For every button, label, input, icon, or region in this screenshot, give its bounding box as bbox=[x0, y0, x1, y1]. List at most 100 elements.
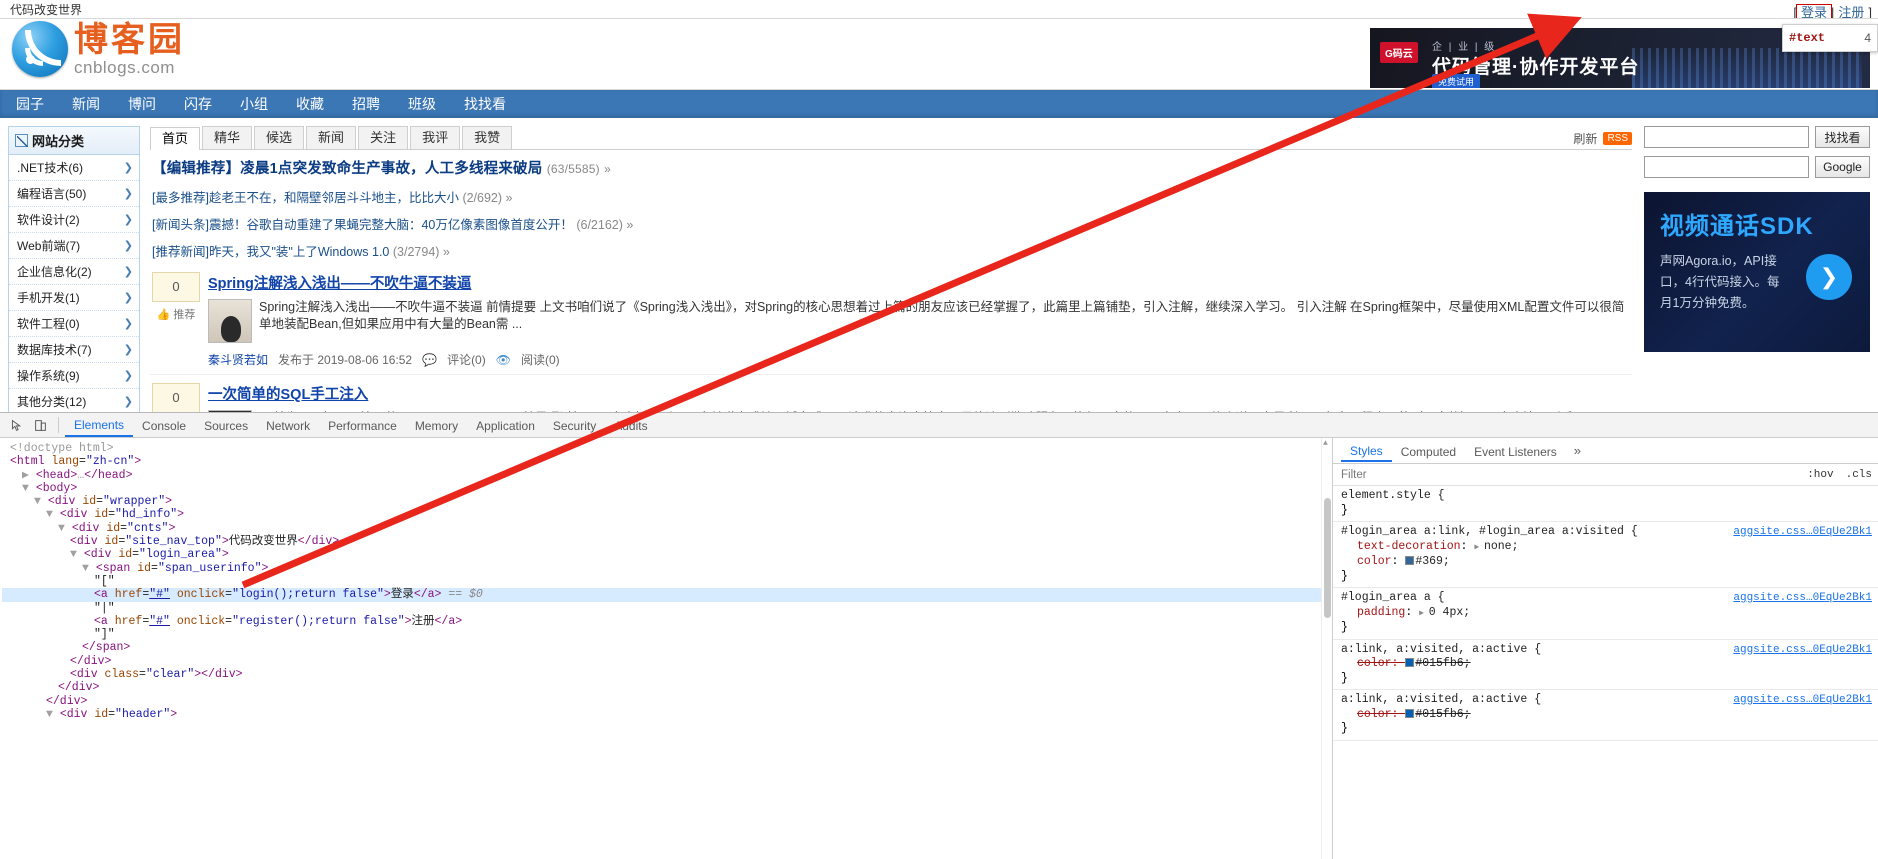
tab-0[interactable]: 首页 bbox=[150, 127, 201, 150]
rss-icon[interactable]: RSS bbox=[1603, 132, 1632, 145]
devtools-tab-4[interactable]: Performance bbox=[319, 415, 406, 436]
css-rule-1[interactable]: aggsite.css…0EqUe2Bk1 #login_area a:link,… bbox=[1333, 522, 1878, 588]
editor-pick-headline[interactable]: 【编辑推荐】凌晨1点突发致命生产事故，人工多线程来破局 (63/5585) » bbox=[150, 150, 1632, 183]
dom-line-5[interactable]: ▼ <div id="hd_info"> bbox=[2, 508, 1332, 521]
devtools-tab-6[interactable]: Application bbox=[467, 415, 544, 436]
sidebar-item-3[interactable]: Web前端(7) ❯ bbox=[9, 233, 139, 259]
sidebar-item-2[interactable]: 软件设计(2) ❯ bbox=[9, 207, 139, 233]
tab-5[interactable]: 我评 bbox=[410, 126, 461, 149]
post-title-link[interactable]: 一次简单的SQL手工注入 bbox=[208, 383, 368, 404]
digg-block[interactable]: 0👍 推荐 bbox=[152, 272, 200, 368]
dom-line-8[interactable]: ▼ <div id="login_area"> bbox=[2, 548, 1332, 561]
digg-block[interactable]: 0👍 推荐 bbox=[152, 383, 200, 412]
nav-item-6[interactable]: 招聘 bbox=[352, 96, 380, 112]
css-rule-source[interactable]: aggsite.css…0EqUe2Bk1 bbox=[1733, 525, 1878, 540]
dom-line-14[interactable]: "]" bbox=[2, 628, 1332, 641]
nav-item-1[interactable]: 新闻 bbox=[72, 96, 100, 112]
nav-item-0[interactable]: 园子 bbox=[16, 96, 44, 112]
css-rule-0[interactable]: element.style {} bbox=[1333, 486, 1878, 522]
sidebar-item-1[interactable]: 编程语言(50) ❯ bbox=[9, 181, 139, 207]
news-line-1[interactable]: [新闻头条]震撼！谷歌自动重建了果蝇完整大脑：40万亿像素图像首度公开！ (6/… bbox=[150, 210, 1632, 237]
dom-line-2[interactable]: ▶ <head>…</head> bbox=[2, 469, 1332, 482]
dom-line-4[interactable]: ▼ <div id="wrapper"> bbox=[2, 495, 1332, 508]
sidebar-item-4[interactable]: 企业信息化(2) ❯ bbox=[9, 259, 139, 285]
post-reads[interactable]: 阅读(0) bbox=[521, 351, 560, 368]
scrollbar-thumb[interactable] bbox=[1324, 498, 1331, 618]
sidebar-item-7[interactable]: 数据库技术(7) ❯ bbox=[9, 337, 139, 363]
news-line-0[interactable]: [最多推荐]趁老王不在，和隔壁邻居斗斗地主，比比大小 (2/692) » bbox=[150, 183, 1632, 210]
site-logo[interactable]: 博客园 cnblogs.com bbox=[12, 21, 185, 77]
google-button[interactable]: Google bbox=[1815, 156, 1870, 178]
more-tabs-icon[interactable]: » bbox=[1566, 443, 1589, 458]
css-declaration[interactable]: color: #369; bbox=[1341, 555, 1878, 570]
dom-line-10[interactable]: "[" bbox=[2, 575, 1332, 588]
dom-line-0[interactable]: <!doctype html> bbox=[2, 442, 1332, 455]
css-declaration[interactable]: color: #015fb6; bbox=[1341, 657, 1878, 672]
tab-3[interactable]: 新闻 bbox=[306, 126, 357, 149]
dom-line-17[interactable]: <div class="clear"></div> bbox=[2, 668, 1332, 681]
tab-4[interactable]: 关注 bbox=[358, 126, 409, 149]
inspect-element-icon[interactable] bbox=[4, 414, 28, 436]
hover-state-toggle[interactable]: :hov bbox=[1801, 469, 1839, 481]
dom-line-12[interactable]: "|" bbox=[2, 602, 1332, 615]
tab-6[interactable]: 我赞 bbox=[462, 126, 513, 149]
dom-line-3[interactable]: ▼ <body> bbox=[2, 482, 1332, 495]
dom-line-9[interactable]: ▼ <span id="span_userinfo"> bbox=[2, 562, 1332, 575]
nav-item-7[interactable]: 班级 bbox=[408, 96, 436, 112]
sidebar-item-0[interactable]: .NET技术(6) ❯ bbox=[9, 155, 139, 181]
nav-item-3[interactable]: 闪存 bbox=[184, 96, 212, 112]
refresh-link[interactable]: 刷新 bbox=[1573, 130, 1597, 147]
sidebar-item-5[interactable]: 手机开发(1) ❯ bbox=[9, 285, 139, 311]
device-toolbar-icon[interactable] bbox=[28, 414, 52, 436]
css-rule-source[interactable]: aggsite.css…0EqUe2Bk1 bbox=[1733, 591, 1878, 606]
styles-tab-0[interactable]: Styles bbox=[1341, 440, 1392, 462]
chevron-right-icon[interactable]: ❯ bbox=[1806, 254, 1852, 300]
dom-line-11[interactable]: <a href="#" onclick="login();return fals… bbox=[2, 588, 1332, 602]
post-comments[interactable]: 评论(0) bbox=[447, 351, 486, 368]
color-swatch[interactable] bbox=[1405, 556, 1415, 565]
recommend-button[interactable]: 👍 推荐 bbox=[152, 306, 200, 322]
styles-filter-input[interactable]: Filter bbox=[1333, 469, 1801, 481]
class-toggle[interactable]: .cls bbox=[1840, 469, 1878, 481]
nav-item-8[interactable]: 找找看 bbox=[464, 96, 506, 112]
css-declaration[interactable]: color: #015fb6; bbox=[1341, 708, 1878, 723]
tab-2[interactable]: 候选 bbox=[254, 126, 305, 149]
dom-line-18[interactable]: </div> bbox=[2, 681, 1332, 694]
dom-scrollbar[interactable]: ▲ bbox=[1321, 438, 1332, 859]
dom-line-19[interactable]: </div> bbox=[2, 695, 1332, 708]
ad-cta-button[interactable]: 免费试用 bbox=[1432, 74, 1481, 88]
dom-line-15[interactable]: </span> bbox=[2, 641, 1332, 654]
post-author[interactable]: 秦斗贤若如 bbox=[208, 351, 268, 368]
css-rule-2[interactable]: aggsite.css…0EqUe2Bk1 #login_area a {padd… bbox=[1333, 588, 1878, 640]
news-line-2[interactable]: [推荐新闻]昨天，我又"装"上了Windows 1.0 (3/2794) » bbox=[150, 237, 1632, 264]
devtools-tab-5[interactable]: Memory bbox=[406, 415, 467, 436]
css-rule-3[interactable]: aggsite.css…0EqUe2Bk1 a:link, a:visited, … bbox=[1333, 640, 1878, 690]
search-input[interactable] bbox=[1644, 126, 1809, 148]
tab-1[interactable]: 精华 bbox=[202, 126, 253, 149]
devtools-tab-8[interactable]: Audits bbox=[605, 415, 656, 436]
dom-line-16[interactable]: </div> bbox=[2, 655, 1332, 668]
css-rule-4[interactable]: aggsite.css…0EqUe2Bk1 a:link, a:visited, … bbox=[1333, 690, 1878, 741]
styles-tab-2[interactable]: Event Listeners bbox=[1465, 441, 1566, 461]
css-declaration[interactable]: text-decoration: ▶ none; bbox=[1341, 540, 1878, 556]
dom-line-7[interactable]: <div id="site_nav_top">代码改变世界</div> bbox=[2, 535, 1332, 548]
expand-triangle-icon[interactable]: ▶ bbox=[1419, 609, 1429, 618]
color-swatch[interactable] bbox=[1405, 708, 1415, 718]
dom-line-20[interactable]: ▼ <div id="header"> bbox=[2, 708, 1332, 721]
devtools-tab-2[interactable]: Sources bbox=[195, 415, 257, 436]
devtools-tab-0[interactable]: Elements bbox=[65, 414, 134, 437]
sidebar-ad-sdk[interactable]: 视频通话SDK 声网Agora.io，API接 口，4行代码接入。每 月1万分钟… bbox=[1644, 192, 1870, 352]
css-rule-source[interactable]: aggsite.css…0EqUe2Bk1 bbox=[1733, 693, 1878, 708]
devtools-tab-1[interactable]: Console bbox=[133, 415, 195, 436]
sidebar-item-9[interactable]: 其他分类(12) ❯ bbox=[9, 389, 139, 412]
devtools-tab-3[interactable]: Network bbox=[257, 415, 319, 436]
css-rule-source[interactable]: aggsite.css…0EqUe2Bk1 bbox=[1733, 643, 1878, 658]
dom-line-6[interactable]: ▼ <div id="cnts"> bbox=[2, 522, 1332, 535]
dom-tree-pane[interactable]: <!doctype html> <html lang="zh-cn"> ▶ <hea… bbox=[0, 438, 1332, 859]
styles-tab-1[interactable]: Computed bbox=[1392, 441, 1465, 461]
dom-line-13[interactable]: <a href="#" onclick="register();return f… bbox=[2, 615, 1332, 628]
post-title-link[interactable]: Spring注解浅入浅出——不吹牛逼不装逼 bbox=[208, 272, 471, 293]
devtools-tab-7[interactable]: Security bbox=[544, 415, 605, 436]
nav-item-5[interactable]: 收藏 bbox=[296, 96, 324, 112]
google-search-input[interactable] bbox=[1644, 156, 1809, 178]
